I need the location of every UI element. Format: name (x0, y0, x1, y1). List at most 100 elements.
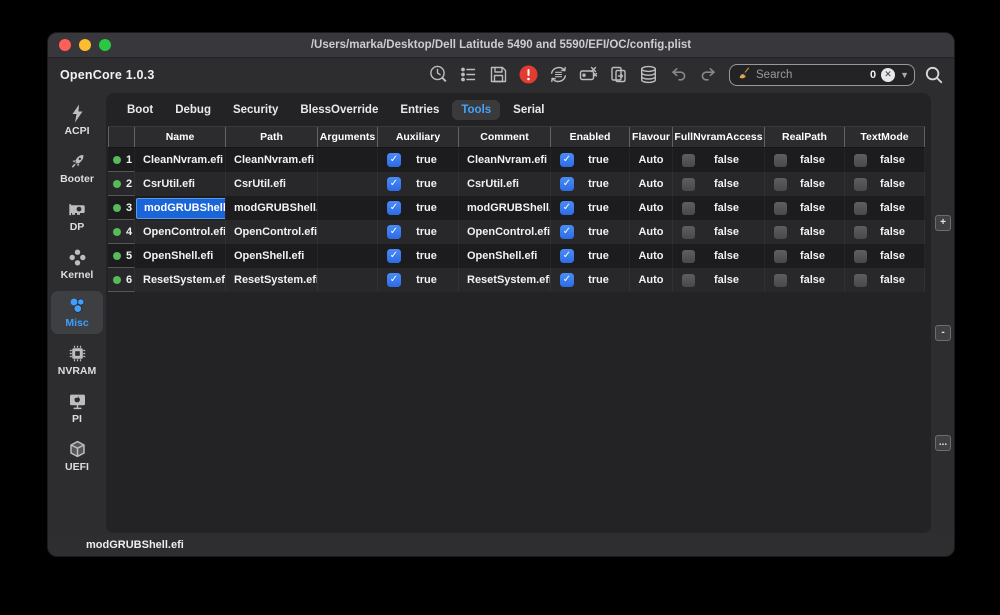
search-input[interactable] (756, 69, 865, 81)
table-row[interactable]: 2CsrUtil.efiCsrUtil.efi✓trueCsrUtil.efi✓… (108, 172, 925, 196)
clear-search-icon[interactable]: ✕ (881, 68, 895, 82)
cell-auxiliary[interactable]: ✓true (378, 244, 459, 268)
table-header-cell-arguments[interactable]: Arguments (318, 127, 378, 147)
row-header[interactable]: 1 (108, 148, 135, 172)
cell-comment[interactable]: OpenControl.efi (459, 220, 551, 244)
cell-fullnvramaccess[interactable]: false (673, 220, 765, 244)
tab-tools[interactable]: Tools (452, 100, 500, 120)
mount-disk-icon[interactable] (578, 64, 599, 85)
row-header[interactable]: 2 (108, 172, 135, 196)
cell-enabled[interactable]: ✓true (551, 244, 630, 268)
checklist-icon[interactable] (458, 64, 479, 85)
table-row[interactable]: 1CleanNvram.efiCleanNvram.efi✓trueCleanN… (108, 148, 925, 172)
table-header-cell-comment[interactable]: Comment (459, 127, 551, 147)
tab-debug[interactable]: Debug (166, 100, 220, 120)
checkbox-unchecked-icon[interactable] (774, 274, 787, 287)
checkbox-unchecked-icon[interactable] (774, 250, 787, 263)
database-icon[interactable] (638, 64, 659, 85)
cell-flavour[interactable]: Auto (630, 268, 673, 292)
cell-arguments[interactable] (318, 244, 378, 268)
cell-comment[interactable]: CsrUtil.efi (459, 172, 551, 196)
sidebar-item-kernel[interactable]: Kernel (51, 243, 103, 286)
checkbox-unchecked-icon[interactable] (854, 178, 867, 191)
table-header-cell-fullnvramaccess[interactable]: FullNvramAccess (673, 127, 765, 147)
cell-arguments[interactable] (318, 172, 378, 196)
cell-flavour[interactable]: Auto (630, 172, 673, 196)
checkbox-checked-icon[interactable]: ✓ (560, 273, 574, 287)
save-icon[interactable] (488, 64, 509, 85)
table-header-cell[interactable] (108, 127, 135, 147)
sidebar-item-nvram[interactable]: NVRAM (51, 339, 103, 382)
checkbox-checked-icon[interactable]: ✓ (387, 249, 401, 263)
checkbox-unchecked-icon[interactable] (774, 202, 787, 215)
export-copy-icon[interactable] (608, 64, 629, 85)
cell-name[interactable]: modGRUBShell.efi (135, 196, 226, 220)
cell-realpath[interactable]: false (765, 220, 845, 244)
cell-fullnvramaccess[interactable]: false (673, 148, 765, 172)
table-header-cell-textmode[interactable]: TextMode (845, 127, 925, 147)
cell-path[interactable]: CleanNvram.efi (226, 148, 318, 172)
table-header-cell-realpath[interactable]: RealPath (765, 127, 845, 147)
checkbox-checked-icon[interactable]: ✓ (560, 201, 574, 215)
tab-boot[interactable]: Boot (118, 100, 162, 120)
cell-path[interactable]: ResetSystem.efi (226, 268, 318, 292)
add-row-button[interactable]: + (935, 215, 951, 231)
cell-realpath[interactable]: false (765, 172, 845, 196)
checkbox-unchecked-icon[interactable] (682, 154, 695, 167)
cell-comment[interactable]: ResetSystem.efi (459, 268, 551, 292)
cell-textmode[interactable]: false (845, 268, 925, 292)
cell-enabled[interactable]: ✓true (551, 220, 630, 244)
minimize-button[interactable] (79, 39, 91, 51)
checkbox-checked-icon[interactable]: ✓ (387, 177, 401, 191)
checkbox-checked-icon[interactable]: ✓ (560, 225, 574, 239)
more-options-button[interactable]: ... (935, 435, 951, 451)
redo-icon[interactable] (698, 64, 719, 85)
checkbox-checked-icon[interactable]: ✓ (387, 153, 401, 167)
cell-realpath[interactable]: false (765, 268, 845, 292)
cell-enabled[interactable]: ✓true (551, 196, 630, 220)
cell-path[interactable]: CsrUtil.efi (226, 172, 318, 196)
checkbox-unchecked-icon[interactable] (774, 178, 787, 191)
undo-icon[interactable] (668, 64, 689, 85)
cell-flavour[interactable]: Auto (630, 196, 673, 220)
cell-textmode[interactable]: false (845, 244, 925, 268)
sidebar-item-misc[interactable]: Misc (51, 291, 103, 334)
cell-name[interactable]: CleanNvram.efi (135, 148, 226, 172)
row-header[interactable]: 6 (108, 268, 135, 292)
row-header[interactable]: 5 (108, 244, 135, 268)
cell-flavour[interactable]: Auto (630, 244, 673, 268)
checkbox-checked-icon[interactable]: ✓ (560, 177, 574, 191)
cell-name[interactable]: OpenShell.efi (135, 244, 226, 268)
cell-textmode[interactable]: false (845, 148, 925, 172)
checkbox-unchecked-icon[interactable] (682, 226, 695, 239)
cell-name[interactable]: CsrUtil.efi (135, 172, 226, 196)
cell-path[interactable]: OpenControl.efi (226, 220, 318, 244)
table-row[interactable]: 6ResetSystem.efiResetSystem.efi✓trueRese… (108, 268, 925, 292)
cell-arguments[interactable] (318, 268, 378, 292)
checkbox-unchecked-icon[interactable] (774, 226, 787, 239)
sidebar-item-acpi[interactable]: ACPI (51, 99, 103, 142)
cell-path[interactable]: OpenShell.efi (226, 244, 318, 268)
table-header-cell-name[interactable]: Name (135, 127, 226, 147)
checkbox-checked-icon[interactable]: ✓ (387, 201, 401, 215)
cell-realpath[interactable]: false (765, 244, 845, 268)
cell-textmode[interactable]: false (845, 220, 925, 244)
cell-auxiliary[interactable]: ✓true (378, 172, 459, 196)
cell-auxiliary[interactable]: ✓true (378, 220, 459, 244)
sidebar-item-pi[interactable]: PI (51, 387, 103, 430)
sync-list-icon[interactable] (548, 64, 569, 85)
cell-path[interactable]: modGRUBShell.efi (226, 196, 318, 220)
checkbox-unchecked-icon[interactable] (854, 154, 867, 167)
cell-enabled[interactable]: ✓true (551, 172, 630, 196)
close-button[interactable] (59, 39, 71, 51)
table-header-cell-flavour[interactable]: Flavour (630, 127, 673, 147)
table-header-cell-path[interactable]: Path (226, 127, 318, 147)
zoom-button[interactable] (99, 39, 111, 51)
search-field[interactable]: 0 ✕ ▼ (729, 64, 915, 86)
cell-arguments[interactable] (318, 220, 378, 244)
cell-realpath[interactable]: false (765, 148, 845, 172)
cell-textmode[interactable]: false (845, 172, 925, 196)
cell-enabled[interactable]: ✓true (551, 268, 630, 292)
cell-fullnvramaccess[interactable]: false (673, 172, 765, 196)
cell-flavour[interactable]: Auto (630, 220, 673, 244)
